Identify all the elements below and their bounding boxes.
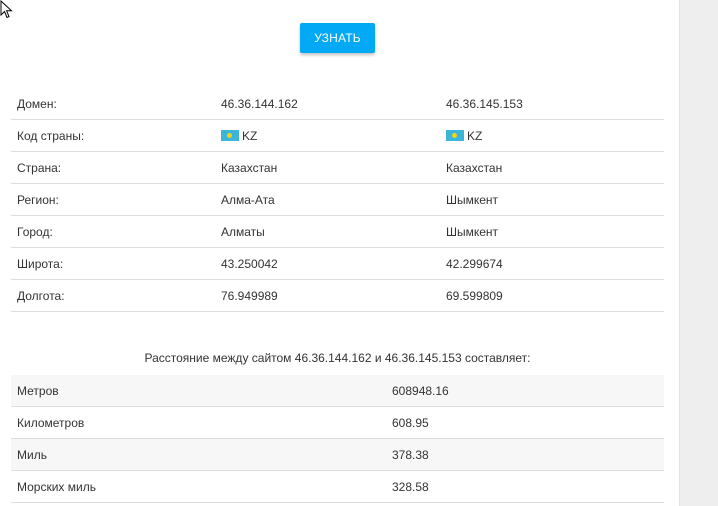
- site-a-country-code: KZ: [215, 119, 440, 152]
- site-a-value: 46.36.144.162: [215, 88, 440, 120]
- row-label: Долгота:: [11, 279, 215, 312]
- row-label: Широта:: [11, 247, 215, 280]
- site-b-value: 46.36.145.153: [440, 88, 664, 120]
- unit-label: Морских миль: [11, 470, 386, 503]
- table-row: Домен: 46.36.144.162 46.36.145.153: [11, 88, 664, 120]
- kazakhstan-flag-icon: [221, 129, 239, 141]
- right-gutter: [679, 0, 718, 506]
- table-row: Метров 608948.16: [11, 375, 664, 407]
- unit-label: Километров: [11, 406, 386, 439]
- kazakhstan-flag-icon: [446, 129, 464, 141]
- country-code: KZ: [467, 128, 483, 143]
- domain-info-table: Домен: 46.36.144.162 46.36.145.153 Код с…: [11, 88, 664, 312]
- site-b-value: 69.599809: [440, 279, 664, 312]
- site-b-value: Шымкент: [440, 215, 664, 248]
- table-row: Город: Алматы Шымкент: [11, 215, 664, 248]
- table-row: Долгота: 76.949989 69.599809: [11, 279, 664, 312]
- mouse-pointer-icon: [0, 0, 13, 19]
- row-label: Код страны:: [11, 119, 215, 152]
- distance-value: 608948.16: [386, 375, 664, 407]
- table-row: Страна: Казахстан Казахстан: [11, 151, 664, 184]
- table-row: Миль 378.38: [11, 438, 664, 471]
- site-b-value: 42.299674: [440, 247, 664, 280]
- country-code: KZ: [242, 128, 258, 143]
- site-a-value: Казахстан: [215, 151, 440, 184]
- site-a-value: Алма-Ата: [215, 183, 440, 216]
- distance-value: 608.95: [386, 406, 664, 439]
- site-b-country-code: KZ: [440, 119, 664, 152]
- unit-label: Метров: [11, 375, 386, 407]
- site-b-value: Казахстан: [440, 151, 664, 184]
- find-out-button[interactable]: УЗНАТЬ: [300, 23, 375, 53]
- site-a-value: 76.949989: [215, 279, 440, 312]
- site-b-value: Шымкент: [440, 183, 664, 216]
- row-label: Город:: [11, 215, 215, 248]
- unit-label: Миль: [11, 438, 386, 471]
- distance-table: Метров 608948.16 Километров 608.95 Миль …: [11, 375, 664, 503]
- table-row: Широта: 43.250042 42.299674: [11, 247, 664, 280]
- row-label: Домен:: [11, 88, 215, 120]
- table-row: Морских миль 328.58: [11, 470, 664, 503]
- table-row: Регион: Алма-Ата Шымкент: [11, 183, 664, 216]
- site-a-value: Алматы: [215, 215, 440, 248]
- site-a-value: 43.250042: [215, 247, 440, 280]
- distance-value: 378.38: [386, 438, 664, 471]
- row-label: Страна:: [11, 151, 215, 184]
- table-row: Километров 608.95: [11, 406, 664, 439]
- distance-value: 328.58: [386, 470, 664, 503]
- row-label: Регион:: [11, 183, 215, 216]
- table-row: Код страны: KZ KZ: [11, 119, 664, 152]
- distance-caption: Расстояние между сайтом 46.36.144.162 и …: [144, 351, 531, 365]
